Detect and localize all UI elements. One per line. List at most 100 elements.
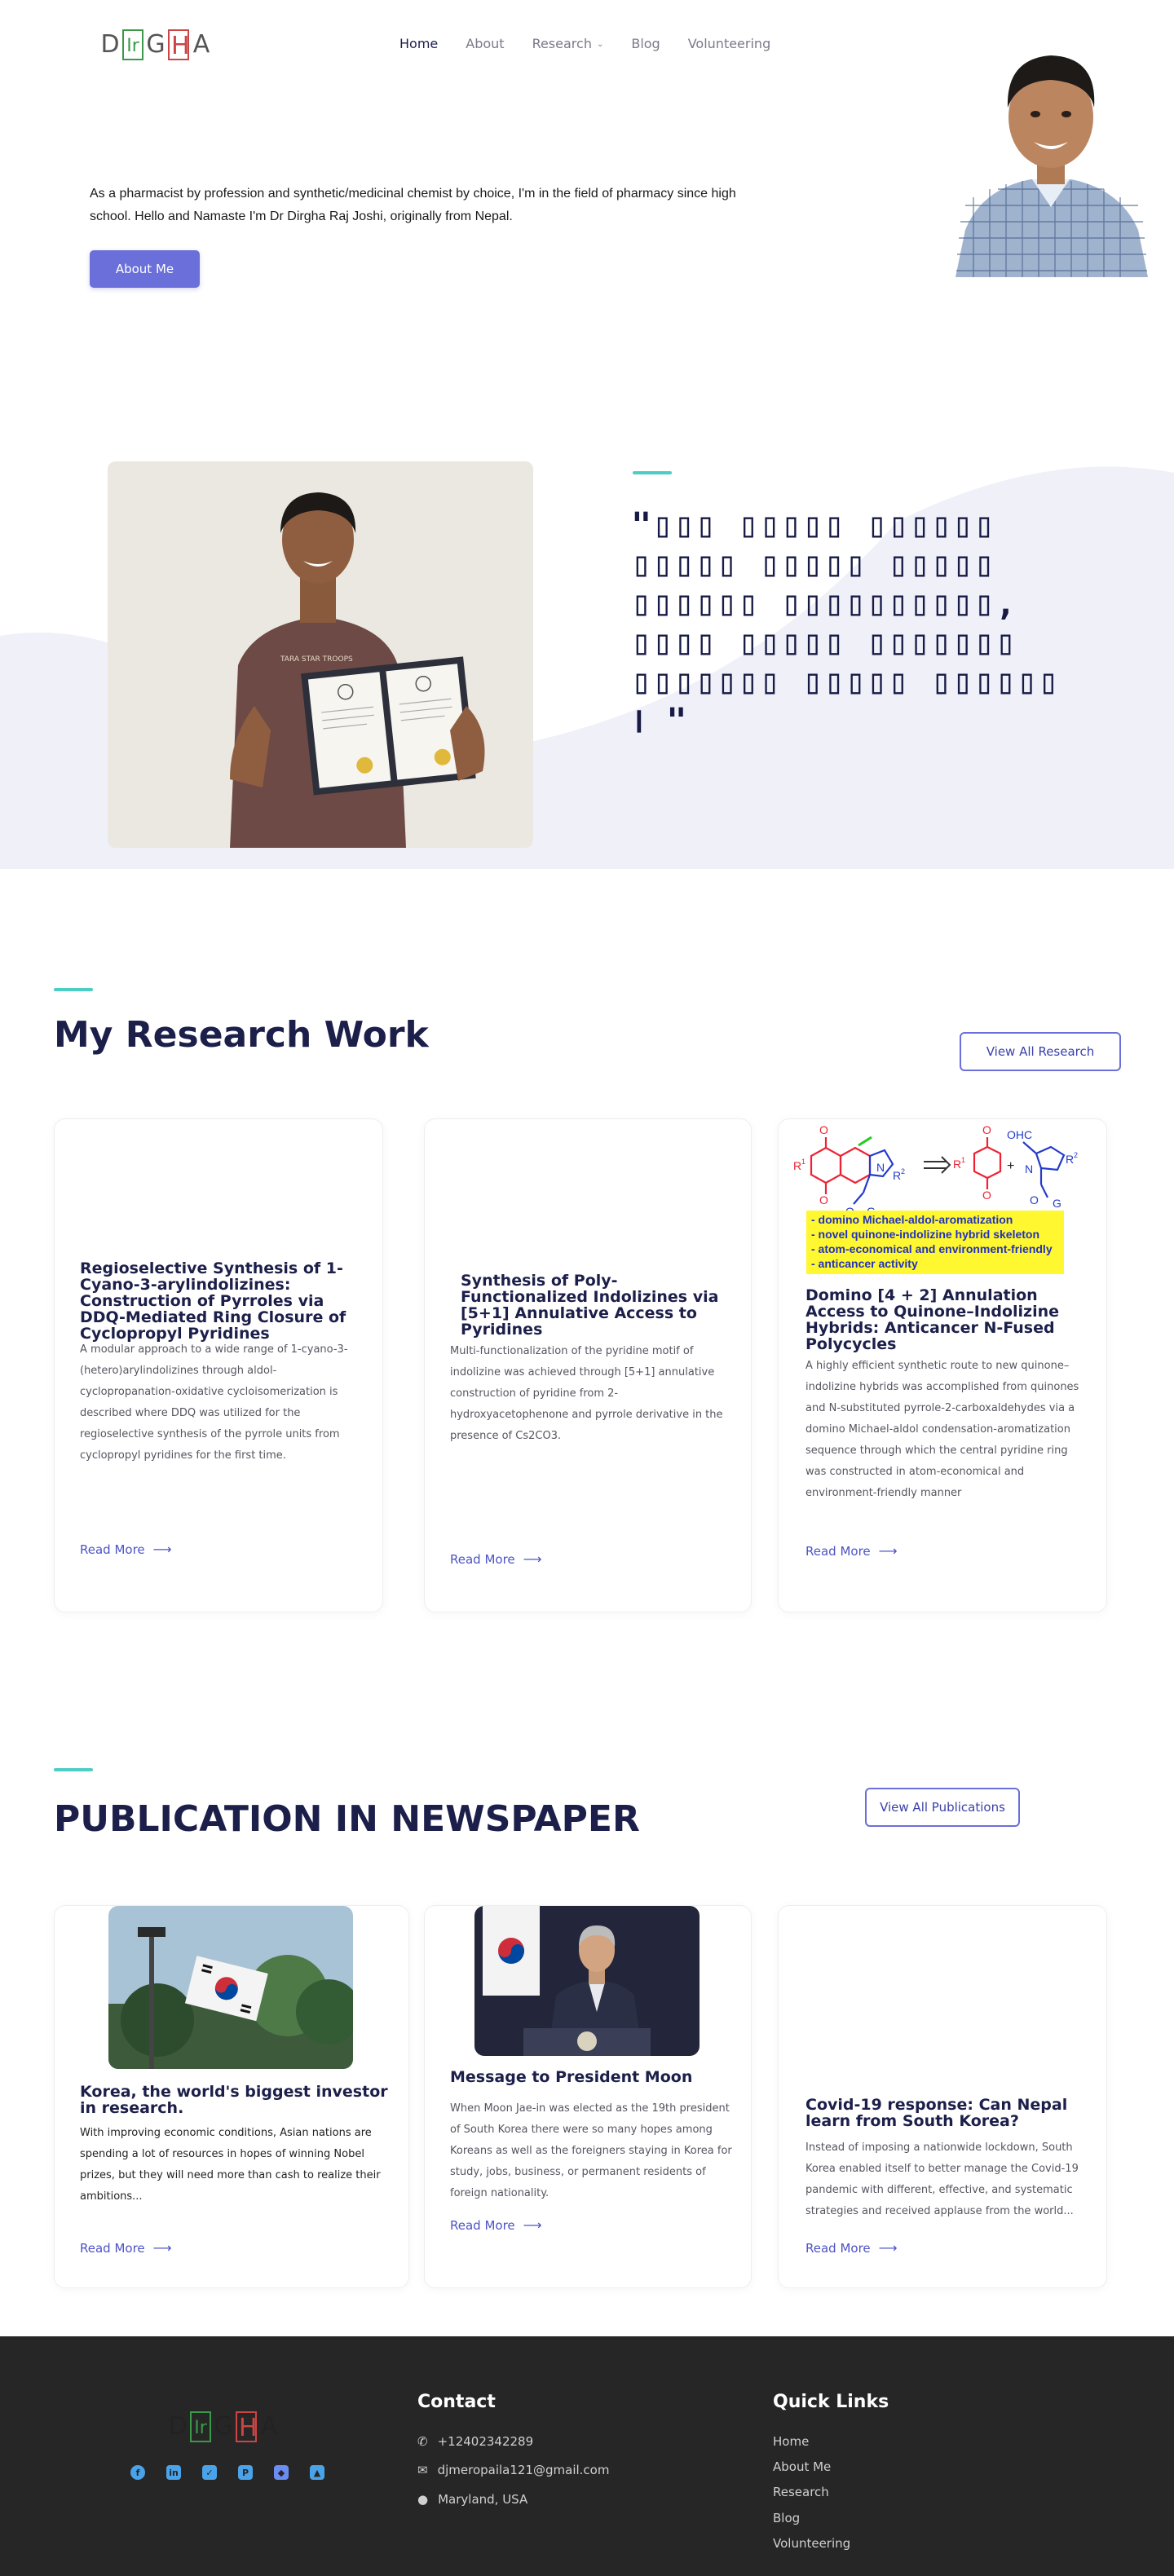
logo-letter: Ir <box>122 29 143 60</box>
view-all-research-button[interactable]: View All Research <box>960 1032 1121 1071</box>
news-card-title[interactable]: Korea, the world's biggest investor in r… <box>80 2084 390 2116</box>
news-card: Covid-19 response: Can Nepal learn from … <box>778 1905 1107 2288</box>
researchgate-icon[interactable]: ▲ <box>310 2465 324 2480</box>
read-more-link[interactable]: Read More ⟶ <box>80 2240 172 2256</box>
phone-icon: ✆ <box>417 2434 428 2449</box>
president-podium-image <box>474 1906 700 2056</box>
research-card: O O R 1 N R 2 O G O O R 1 + <box>778 1118 1107 1612</box>
contact-location: ● Maryland, USA <box>417 2492 527 2507</box>
graphic-bullet: - domino Michael-aldol-aromatization <box>811 1213 1013 1226</box>
nav-research[interactable]: Research ⌄ <box>532 36 604 51</box>
read-more-label: Read More <box>805 1543 871 1559</box>
read-more-label: Read More <box>80 2240 145 2256</box>
quick-links-heading: Quick Links <box>773 2392 889 2412</box>
nav-home[interactable]: Home <box>399 36 438 51</box>
graphic-label: R <box>793 1159 801 1172</box>
location-text: Maryland, USA <box>438 2492 528 2507</box>
graphic-label: R <box>953 1158 961 1171</box>
read-more-link[interactable]: Read More ⟶ <box>450 1551 542 1567</box>
read-more-label: Read More <box>450 2217 515 2233</box>
facebook-icon[interactable]: f <box>130 2465 145 2480</box>
linkedin-icon[interactable]: in <box>166 2465 181 2480</box>
nav-about[interactable]: About <box>466 36 504 51</box>
graphic-label: 1 <box>801 1158 805 1166</box>
logo-letter: H <box>168 29 190 60</box>
arrow-right-icon: ⟶ <box>523 2217 542 2233</box>
research-card-title[interactable]: Domino [4 + 2] Annulation Access to Quin… <box>805 1287 1091 1352</box>
graphic-bullet: - novel quinone-indolizine hybrid skelet… <box>811 1228 1039 1241</box>
contact-heading: Contact <box>417 2392 496 2412</box>
graphic-label: O <box>819 1123 828 1136</box>
contact-phone[interactable]: ✆ +12402342289 <box>417 2434 533 2449</box>
logo-letter: A <box>260 2412 278 2441</box>
graphic-label: N <box>876 1161 885 1174</box>
news-card-desc: Instead of imposing a nationwide lockdow… <box>805 2142 1079 2217</box>
korea-flag-image <box>108 1906 353 2069</box>
site-footer: D Ir G H A f in ✓ P ◆ ▲ Contact ✆ +12402… <box>0 2336 1174 2576</box>
site-logo[interactable]: D Ir G H A <box>99 29 212 60</box>
footer-logo[interactable]: D Ir G H A <box>167 2411 280 2442</box>
logo-letter: G <box>214 2412 233 2441</box>
accent-line <box>633 471 672 474</box>
research-graphical-abstract: O O R 1 N R 2 O G O O R 1 + <box>779 1119 1106 1282</box>
logo-letter: G <box>146 30 166 59</box>
graphic-label: O <box>1030 1193 1039 1206</box>
read-more-label: Read More <box>80 1542 145 1557</box>
read-more-link[interactable]: Read More ⟶ <box>805 2240 898 2256</box>
svg-text:+: + <box>1007 1159 1014 1173</box>
logo-letter: D <box>168 2412 188 2441</box>
research-card-desc: A modular approach to a wide range of 1-… <box>80 1343 348 1462</box>
chevron-down-icon: ⌄ <box>596 40 604 49</box>
publons-icon[interactable]: P <box>238 2465 253 2480</box>
read-more-link[interactable]: Read More ⟶ <box>805 1543 898 1559</box>
research-card-title[interactable]: Synthesis of Poly-Functionalized Indoliz… <box>461 1273 730 1338</box>
logo-letter: Ir <box>190 2411 211 2442</box>
footer-link-volunteering[interactable]: Volunteering <box>773 2536 850 2551</box>
main-nav: Home About Research ⌄ Blog Volunteering <box>399 36 770 51</box>
graphic-label: 2 <box>1074 1151 1078 1159</box>
read-more-label: Read More <box>450 1551 515 1567</box>
graphic-label: O <box>982 1123 991 1136</box>
news-card: Message to President Moon When Moon Jae-… <box>424 1905 752 2288</box>
nav-volunteering[interactable]: Volunteering <box>688 36 771 51</box>
logo-letter: H <box>236 2411 258 2442</box>
logo-letter: D <box>100 30 120 59</box>
footer-link-about[interactable]: About Me <box>773 2459 831 2474</box>
nav-research-label: Research <box>532 36 592 51</box>
read-more-link[interactable]: Read More ⟶ <box>450 2217 542 2233</box>
graphic-label: N <box>1025 1162 1033 1176</box>
news-card-desc: With improving economic conditions, Asia… <box>80 2127 381 2203</box>
map-pin-icon: ● <box>417 2492 429 2507</box>
arrow-right-icon: ⟶ <box>152 2240 172 2256</box>
profile-photo <box>949 26 1153 277</box>
graphic-label: R <box>893 1169 901 1182</box>
footer-link-home[interactable]: Home <box>773 2434 809 2449</box>
nav-blog[interactable]: Blog <box>631 36 660 51</box>
news-card: Korea, the world's biggest investor in r… <box>54 1905 409 2288</box>
orcid-icon[interactable]: ✓ <box>202 2465 217 2480</box>
news-card-title[interactable]: Message to President Moon <box>450 2069 735 2085</box>
graphic-label: 1 <box>961 1156 965 1164</box>
certificate-photo: TARA STAR TROOPS <box>108 461 533 848</box>
graphic-bullet: - anticancer activity <box>811 1257 918 1270</box>
contact-email[interactable]: ✉ djmeropaila121@gmail.com <box>417 2463 609 2477</box>
google-scholar-icon[interactable]: ◆ <box>274 2465 289 2480</box>
arrow-right-icon: ⟶ <box>878 1543 898 1559</box>
footer-link-research[interactable]: Research <box>773 2485 829 2499</box>
news-card-desc: When Moon Jae-in was elected as the 19th… <box>450 2102 732 2199</box>
social-links: f in ✓ P ◆ ▲ <box>130 2465 324 2480</box>
graphic-label: OHC <box>1007 1128 1032 1141</box>
email-address: djmeropaila121@gmail.com <box>437 2463 610 2477</box>
quote-text: "▯▯▯ ▯▯▯▯▯ ▯▯▯▯▯▯ ▯▯▯▯▯ ▯▯▯▯▯ ▯▯▯▯▯ ▯▯▯▯… <box>631 505 1060 740</box>
research-card: Regioselective Synthesis of 1-Cyano-3-ar… <box>54 1118 383 1612</box>
view-all-publications-button[interactable]: View All Publications <box>865 1788 1020 1827</box>
research-card-desc: A highly efficient synthetic route to ne… <box>805 1360 1079 1499</box>
about-me-button[interactable]: About Me <box>90 250 200 288</box>
news-card-title[interactable]: Covid-19 response: Can Nepal learn from … <box>805 2097 1091 2129</box>
read-more-link[interactable]: Read More ⟶ <box>80 1542 172 1557</box>
arrow-right-icon: ⟶ <box>878 2240 898 2256</box>
read-more-label: Read More <box>805 2240 871 2256</box>
footer-link-blog[interactable]: Blog <box>773 2511 800 2525</box>
research-card-title[interactable]: Regioselective Synthesis of 1-Cyano-3-ar… <box>80 1260 357 1342</box>
hero-intro: As a pharmacist by profession and synthe… <box>90 187 736 223</box>
